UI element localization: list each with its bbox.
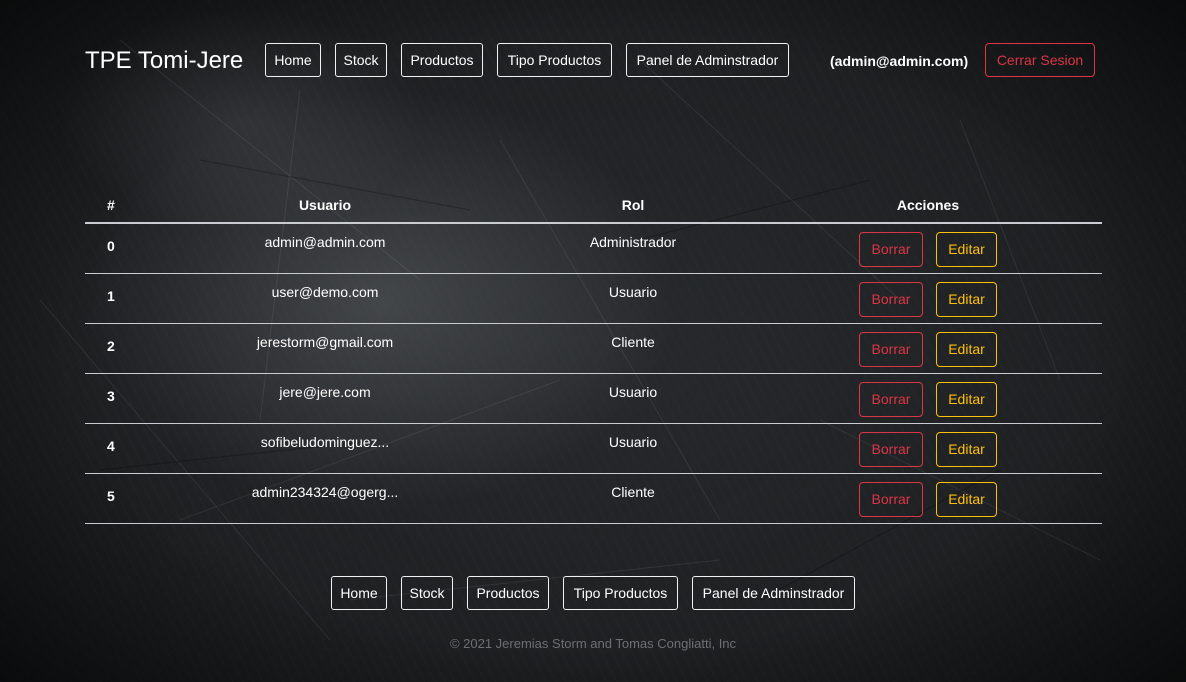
row-rol: Usuario xyxy=(608,434,658,450)
footer-panel-admin-button[interactable]: Panel de Adminstrador xyxy=(692,576,855,610)
row-rol: Usuario xyxy=(608,284,658,300)
copyright-text: © 2021 Jeremias Storm and Tomas Congliat… xyxy=(449,636,737,651)
row-index: 2 xyxy=(107,338,115,354)
table-row: 5 admin234324@ogerg... Cliente Borrar Ed… xyxy=(85,474,1102,524)
footer-productos-button[interactable]: Productos xyxy=(467,576,549,610)
row-index: 1 xyxy=(107,288,115,304)
edit-button[interactable]: Editar xyxy=(936,382,997,417)
nav-home-button[interactable]: Home xyxy=(265,43,321,77)
table-row: 1 user@demo.com Usuario Borrar Editar xyxy=(85,274,1102,324)
navbar: TPE Tomi-Jere Home Stock Productos Tipo … xyxy=(0,0,1186,120)
table-row: 3 jere@jere.com Usuario Borrar Editar xyxy=(85,374,1102,424)
row-index: 3 xyxy=(107,388,115,404)
row-usuario: admin@admin.com xyxy=(264,234,386,250)
nav-productos-button[interactable]: Productos xyxy=(401,43,483,77)
row-usuario: user@demo.com xyxy=(271,284,379,300)
brand-title[interactable]: TPE Tomi-Jere xyxy=(85,45,243,77)
column-header-index: # xyxy=(107,197,115,213)
delete-button[interactable]: Borrar xyxy=(859,432,923,467)
row-index: 4 xyxy=(107,438,115,454)
delete-button[interactable]: Borrar xyxy=(859,482,923,517)
edit-button[interactable]: Editar xyxy=(936,482,997,517)
delete-button[interactable]: Borrar xyxy=(859,282,923,317)
footer-stock-button[interactable]: Stock xyxy=(401,576,453,610)
edit-button[interactable]: Editar xyxy=(936,232,997,267)
users-table: # Usuario Rol Acciones 0 admin@admin.com… xyxy=(85,188,1102,524)
delete-button[interactable]: Borrar xyxy=(859,382,923,417)
row-usuario: jere@jere.com xyxy=(279,384,371,400)
row-usuario: admin234324@ogerg... xyxy=(251,484,399,500)
delete-button[interactable]: Borrar xyxy=(859,232,923,267)
nav-tipo-productos-button[interactable]: Tipo Productos xyxy=(497,43,612,77)
nav-stock-button[interactable]: Stock xyxy=(335,43,387,77)
row-rol: Administrador xyxy=(589,234,677,250)
edit-button[interactable]: Editar xyxy=(936,282,997,317)
table-row: 0 admin@admin.com Administrador Borrar E… xyxy=(85,224,1102,274)
row-rol: Cliente xyxy=(611,334,655,350)
logged-user-email: (admin@admin.com) xyxy=(830,53,969,69)
footer-home-button[interactable]: Home xyxy=(331,576,387,610)
row-rol: Cliente xyxy=(611,484,655,500)
column-header-usuario: Usuario xyxy=(298,197,352,213)
row-rol: Usuario xyxy=(608,384,658,400)
row-usuario: jerestorm@gmail.com xyxy=(256,334,394,350)
edit-button[interactable]: Editar xyxy=(936,432,997,467)
edit-button[interactable]: Editar xyxy=(936,332,997,367)
table-row: 4 sofibeludominguez... Usuario Borrar Ed… xyxy=(85,424,1102,474)
table-row: 2 jerestorm@gmail.com Cliente Borrar Edi… xyxy=(85,324,1102,374)
column-header-rol: Rol xyxy=(621,197,645,213)
row-index: 0 xyxy=(107,238,115,254)
table-header: # Usuario Rol Acciones xyxy=(85,188,1102,224)
logout-button[interactable]: Cerrar Sesion xyxy=(985,43,1095,77)
nav-panel-admin-button[interactable]: Panel de Adminstrador xyxy=(626,43,789,77)
delete-button[interactable]: Borrar xyxy=(859,332,923,367)
footer-tipo-productos-button[interactable]: Tipo Productos xyxy=(563,576,678,610)
row-usuario: sofibeludominguez... xyxy=(260,434,390,450)
row-index: 5 xyxy=(107,488,115,504)
column-header-acciones: Acciones xyxy=(896,197,960,213)
